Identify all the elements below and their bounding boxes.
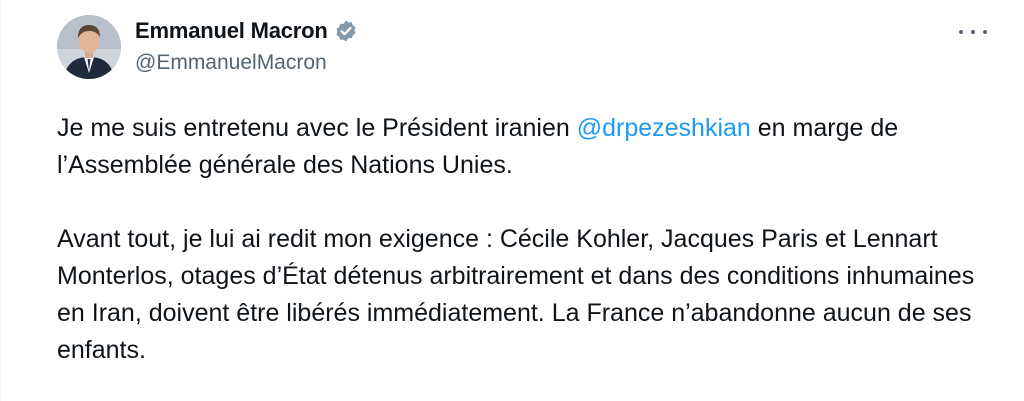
avatar-image [57,15,121,79]
tweet-text-segment: Je me suis entretenu avec le Président i… [57,114,577,142]
tweet-card: Emmanuel Macron @EmmanuelMacron Je me su… [0,0,1024,401]
avatar[interactable] [57,15,121,79]
more-options-icon[interactable] [959,20,987,44]
tweet-text: Je me suis entretenu avec le Président i… [57,110,977,369]
author-name-row: Emmanuel Macron [135,18,358,44]
tweet-paragraph-1: Je me suis entretenu avec le Président i… [57,110,977,184]
more-dot [983,30,987,34]
tweet-paragraph-2: Avant tout, je lui ai redit mon exigence… [57,225,975,364]
more-dot [971,30,975,34]
author-name[interactable]: Emmanuel Macron [135,18,328,44]
verified-badge-icon[interactable] [334,19,358,43]
author-handle[interactable]: @EmmanuelMacron [135,51,327,75]
more-dot [959,30,963,34]
mention-link[interactable]: @drpezeshkian [577,114,751,142]
